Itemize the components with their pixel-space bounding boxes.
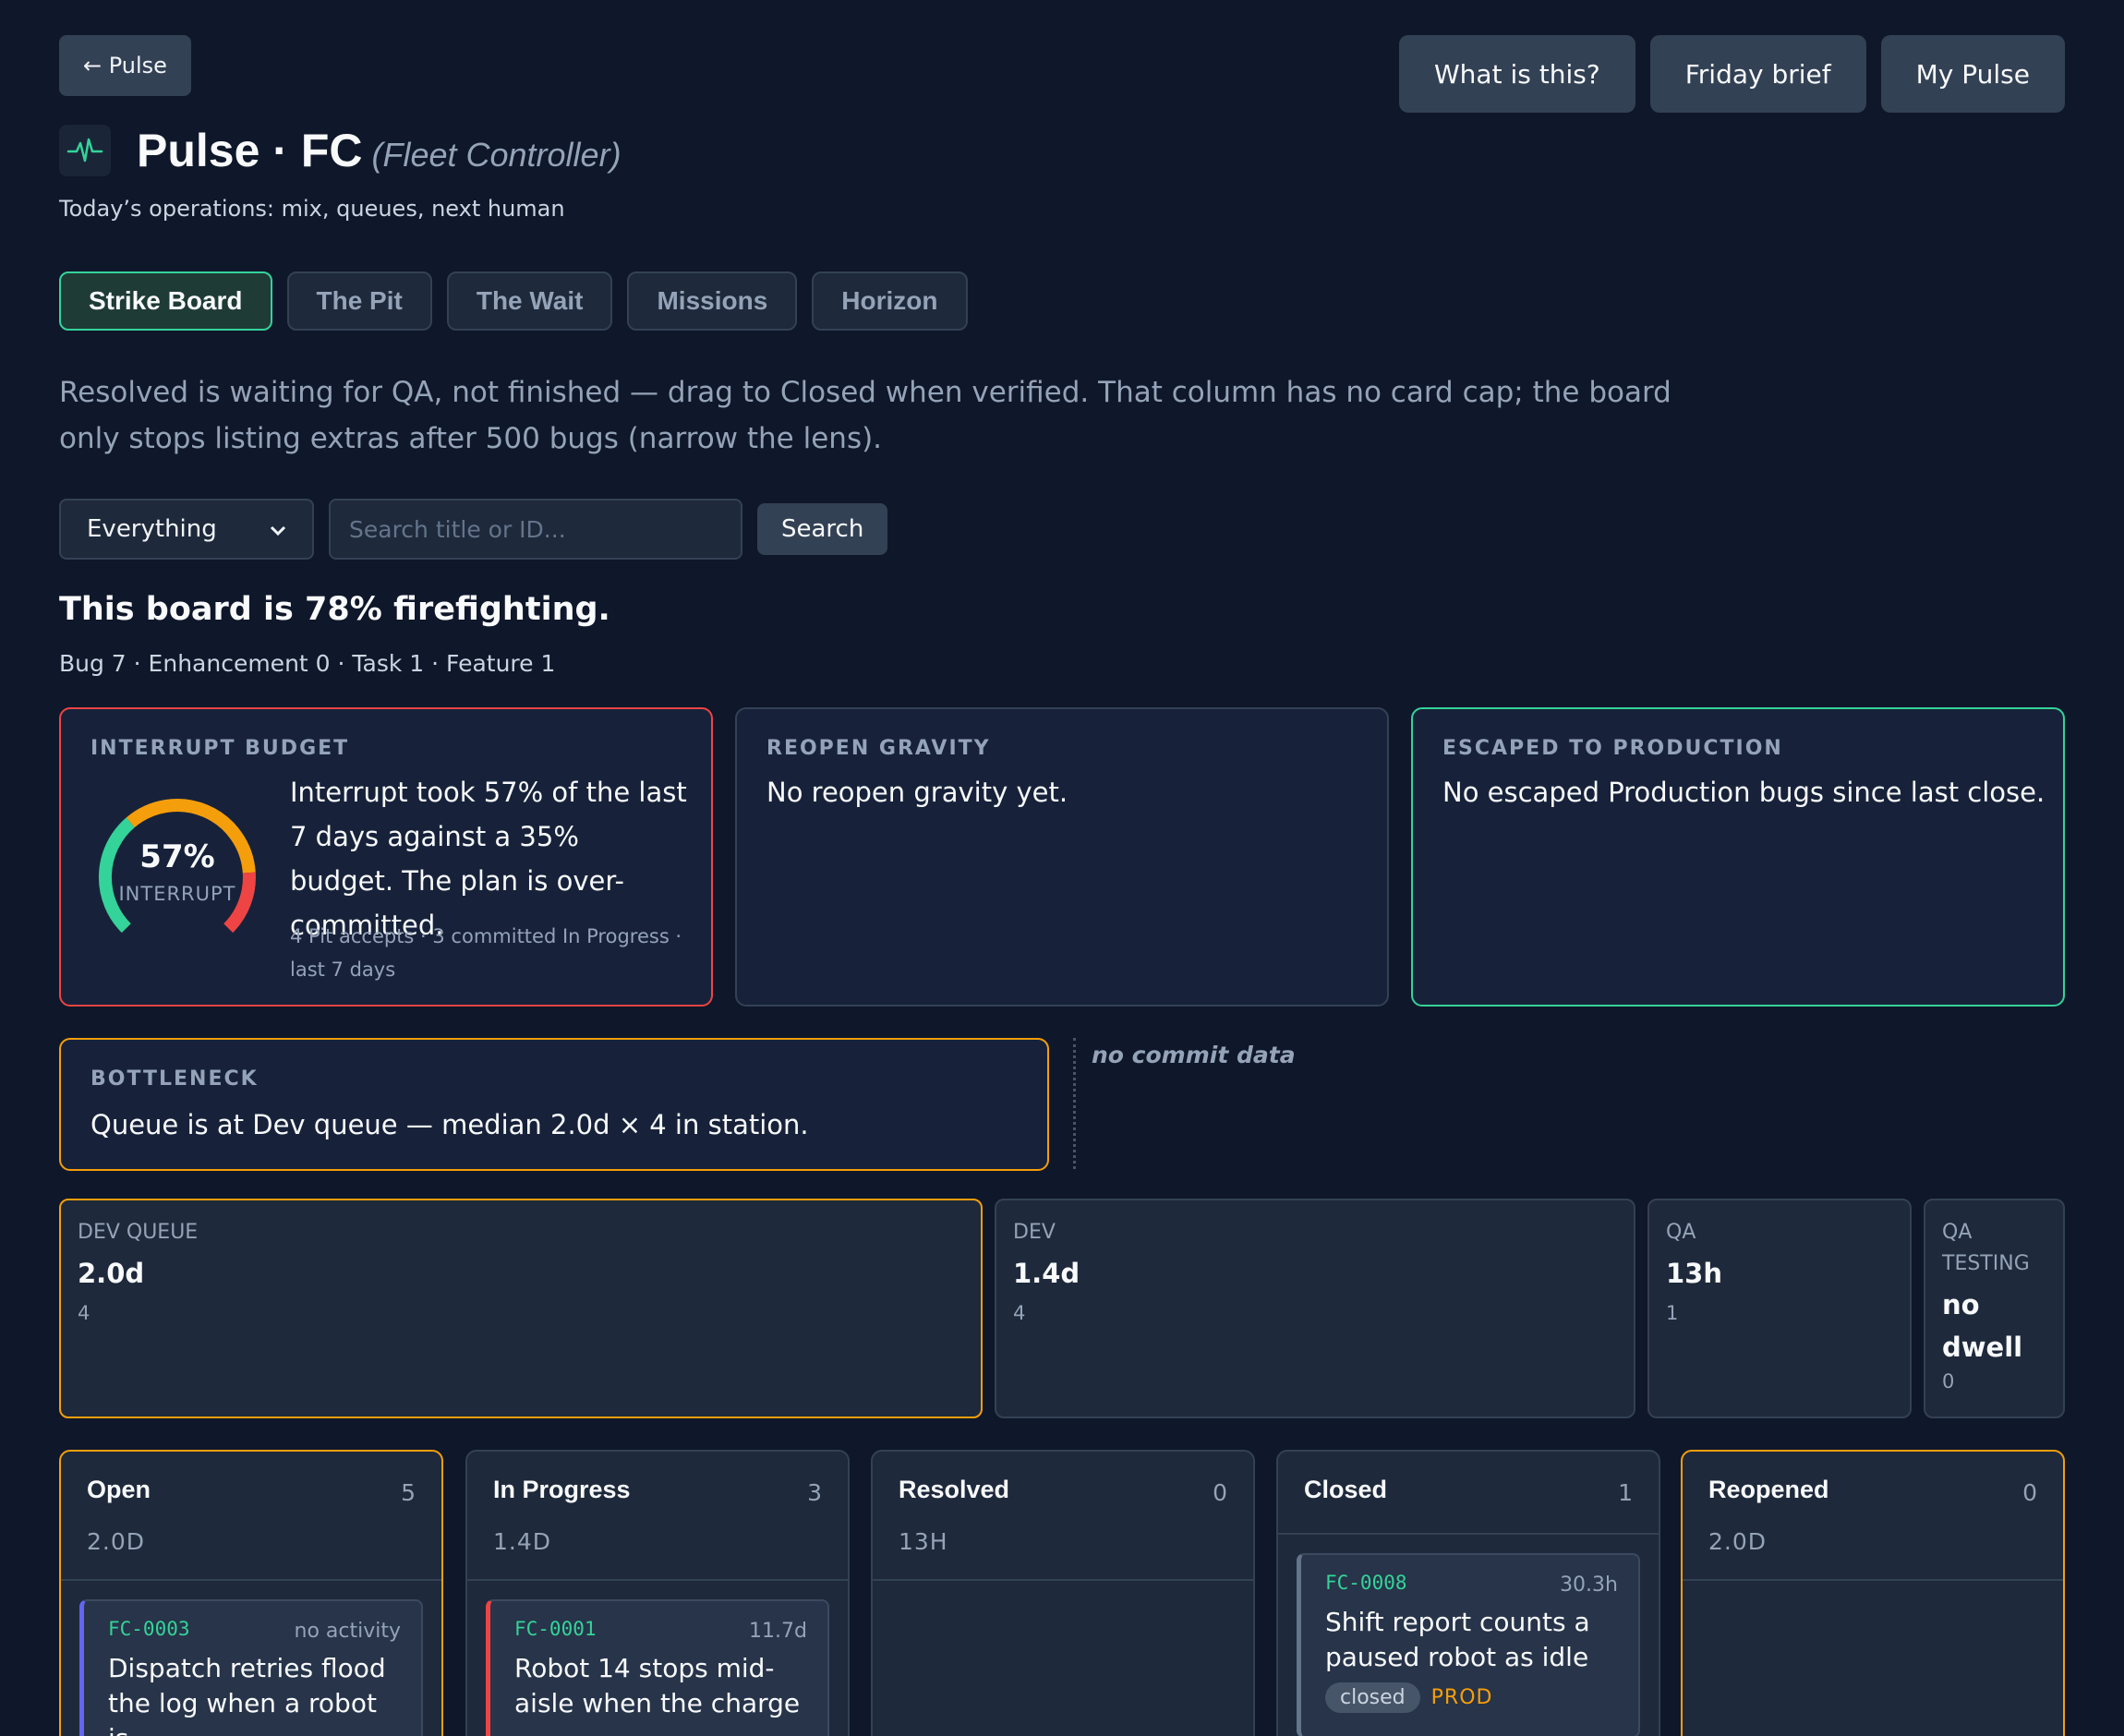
- escaped-production-text: No escaped Production bugs since last cl…: [1442, 777, 2046, 808]
- station-count: 1: [1666, 1302, 1679, 1324]
- ticket-card[interactable]: FC-0001 11.7d Robot 14 stops mid-aisle w…: [486, 1599, 829, 1736]
- ticket-title: Dispatch retries flood the log when a ro…: [108, 1653, 386, 1736]
- chevron-down-icon: [270, 515, 286, 543]
- bottleneck-text: Queue is at Dev queue — median 2.0d × 4 …: [91, 1109, 809, 1140]
- tab-the-wait[interactable]: The Wait: [446, 271, 613, 331]
- tab-strike-board[interactable]: Strike Board: [59, 271, 272, 331]
- station-count: 4: [1013, 1302, 1026, 1324]
- reopen-gravity-text: No reopen gravity yet.: [766, 777, 1068, 808]
- page-subtitle: Today’s operations: mix, queues, next hu…: [59, 196, 565, 222]
- station-qa-testing[interactable]: QA TESTING no dwell 0: [1924, 1199, 2065, 1418]
- station-dev[interactable]: DEV 1.4d 4: [995, 1199, 1635, 1418]
- status-badge: closed: [1325, 1682, 1420, 1713]
- lens-select[interactable]: Everything: [59, 499, 314, 560]
- tab-horizon[interactable]: Horizon: [812, 271, 968, 331]
- ticket-card[interactable]: FC-0008 30.3h Shift report counts a paus…: [1297, 1553, 1640, 1736]
- station-name: DEV QUEUE: [78, 1221, 199, 1244]
- station-name: QA: [1666, 1221, 1696, 1244]
- column-count: 5: [401, 1479, 416, 1506]
- friday-brief-button[interactable]: Friday brief: [1649, 35, 1866, 113]
- reopen-gravity-card: REOPEN GRAVITY No reopen gravity yet.: [735, 707, 1389, 1007]
- column-header: Resolved 0 13H: [873, 1452, 1253, 1581]
- column-dwell: 13H: [899, 1528, 948, 1555]
- work-mix: Bug 7 · Enhancement 0 · Task 1 · Feature…: [59, 650, 556, 677]
- column-closed[interactable]: Closed 1 FC-0008 30.3h Shift report coun…: [1276, 1450, 1660, 1736]
- bottleneck-card: BOTTLENECK Queue is at Dev queue — media…: [59, 1038, 1049, 1171]
- interrupt-footnote: 4 Pit accepts · 3 committed In Progress …: [290, 925, 682, 981]
- column-header: Open 5 2.0D: [61, 1452, 441, 1581]
- board-hint: Resolved is waiting for QA, not finished…: [59, 376, 1671, 455]
- ticket-age: no activity: [294, 1620, 402, 1643]
- station-strip: DEV QUEUE 2.0d 4 DEV 1.4d 4 QA 13h 1 QA …: [59, 1199, 2065, 1420]
- header-actions: What is this? Friday brief My Pulse: [1399, 35, 2065, 113]
- column-header: Reopened 0 2.0D: [1683, 1452, 2063, 1581]
- my-pulse-button[interactable]: My Pulse: [1880, 35, 2065, 113]
- interrupt-budget-card: INTERRUPT BUDGET 57% INTERRUPT Interrupt…: [59, 707, 713, 1007]
- pulse-icon: [59, 125, 111, 176]
- station-dwell: 13h: [1666, 1258, 1723, 1289]
- station-dwell: 1.4d: [1013, 1258, 1080, 1289]
- station-dwell: no dwell: [1942, 1289, 2023, 1363]
- station-name: QA TESTING: [1942, 1221, 2030, 1275]
- ticket-title: Shift report counts a paused robot as id…: [1325, 1607, 1590, 1672]
- column-count: 0: [1213, 1479, 1227, 1506]
- top-bar: ← Pulse What is this? Friday brief My Pu…: [59, 35, 2065, 113]
- column-name: Open: [87, 1476, 151, 1503]
- page-title-text: Pulse · FC: [137, 125, 363, 176]
- back-to-pulse-button[interactable]: ← Pulse: [59, 35, 191, 96]
- station-name: DEV: [1013, 1221, 1056, 1244]
- column-reopened[interactable]: Reopened 0 2.0D: [1681, 1450, 2065, 1736]
- bottleneck-label: BOTTLENECK: [91, 1067, 259, 1091]
- column-count: 1: [1618, 1479, 1633, 1506]
- gauge-percent: 57%: [139, 838, 215, 875]
- environment-badge: PROD: [1430, 1686, 1493, 1709]
- escaped-production-label: ESCAPED TO PRODUCTION: [1442, 737, 1783, 760]
- interrupt-gauge: 57% INTERRUPT: [91, 792, 264, 949]
- filter-row: Everything Search: [59, 499, 888, 560]
- ticket-tags: closed PROD: [1325, 1682, 1618, 1713]
- escaped-production-card: ESCAPED TO PRODUCTION No escaped Product…: [1411, 707, 2065, 1007]
- tab-missions[interactable]: Missions: [627, 271, 798, 331]
- station-count: 4: [78, 1302, 91, 1324]
- ticket-title: Robot 14 stops mid-aisle when the charge: [514, 1653, 801, 1718]
- lens-select-value: Everything: [87, 515, 217, 543]
- search-input[interactable]: [329, 499, 742, 560]
- column-name: Closed: [1304, 1476, 1388, 1503]
- firefighting-headline: This board is 78% firefighting.: [59, 591, 610, 628]
- page-title-row: Pulse · FC (Fleet Controller): [59, 124, 622, 177]
- station-count: 0: [1942, 1370, 1955, 1392]
- kanban-board: Open 5 2.0D FC-0003 no activity Dispatch…: [59, 1450, 2065, 1736]
- view-tabs: Strike Board The Pit The Wait Missions H…: [59, 271, 968, 331]
- page-title-sub: (Fleet Controller): [371, 136, 622, 174]
- column-name: In Progress: [493, 1476, 631, 1503]
- column-in-progress[interactable]: In Progress 3 1.4D FC-0001 11.7d Robot 1…: [465, 1450, 850, 1736]
- column-dwell: 2.0D: [1708, 1528, 1768, 1555]
- column-dwell: 2.0D: [87, 1528, 146, 1555]
- gauge-label: INTERRUPT: [118, 883, 236, 905]
- column-name: Resolved: [899, 1476, 1010, 1503]
- column-name: Reopened: [1708, 1476, 1829, 1503]
- station-qa[interactable]: QA 13h 1: [1647, 1199, 1912, 1418]
- column-count: 0: [2022, 1479, 2037, 1506]
- page-title: Pulse · FC (Fleet Controller): [137, 124, 622, 177]
- ticket-age: 30.3h: [1560, 1573, 1618, 1597]
- column-open[interactable]: Open 5 2.0D FC-0003 no activity Dispatch…: [59, 1450, 443, 1736]
- bottleneck-divider: [1073, 1038, 1076, 1169]
- column-resolved[interactable]: Resolved 0 13H: [871, 1450, 1255, 1736]
- tab-the-pit[interactable]: The Pit: [286, 271, 432, 331]
- reopen-gravity-label: REOPEN GRAVITY: [766, 737, 991, 760]
- what-is-this-button[interactable]: What is this?: [1399, 35, 1635, 113]
- column-header: In Progress 3 1.4D: [467, 1452, 848, 1581]
- interrupt-budget-label: INTERRUPT BUDGET: [91, 737, 350, 760]
- station-dev-queue[interactable]: DEV QUEUE 2.0d 4: [59, 1199, 983, 1418]
- commit-data-note: no commit data: [1092, 1042, 1296, 1068]
- ticket-card[interactable]: FC-0003 no activity Dispatch retries flo…: [79, 1599, 423, 1736]
- ticket-age: 11.7d: [749, 1620, 807, 1643]
- station-dwell: 2.0d: [78, 1258, 145, 1289]
- column-count: 3: [807, 1479, 822, 1506]
- column-dwell: 1.4D: [493, 1528, 552, 1555]
- search-button[interactable]: Search: [757, 503, 888, 555]
- column-header: Closed 1: [1278, 1452, 1659, 1535]
